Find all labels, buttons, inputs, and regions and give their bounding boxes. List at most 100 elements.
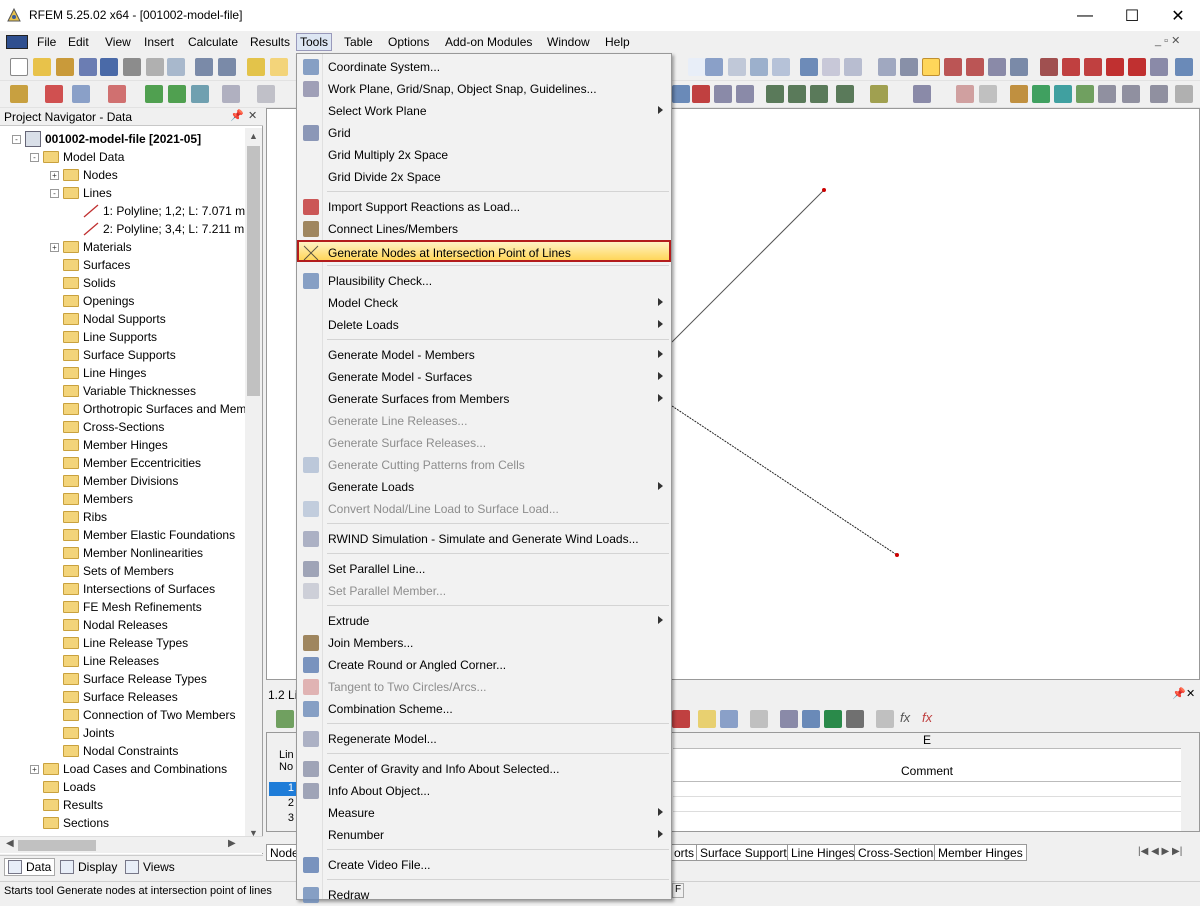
- tree-item[interactable]: Variable Thicknesses: [50, 382, 196, 400]
- document-icon[interactable]: [6, 35, 28, 49]
- render-icon[interactable]: [913, 85, 931, 103]
- open-icon[interactable]: [33, 58, 51, 76]
- menu-item-set-parallel-line[interactable]: Set Parallel Line...: [299, 558, 669, 580]
- close-icon[interactable]: ✕: [248, 109, 257, 122]
- tree-item[interactable]: Member Elastic Foundations: [50, 526, 235, 544]
- node-2-icon[interactable]: [1122, 85, 1140, 103]
- database-icon[interactable]: [79, 58, 97, 76]
- collapse-icon[interactable]: -: [30, 152, 39, 162]
- fx-icon[interactable]: fx: [900, 710, 910, 725]
- table-graph-icon[interactable]: [802, 710, 820, 728]
- member-2-icon[interactable]: [1076, 85, 1094, 103]
- menu-help[interactable]: Help: [602, 34, 633, 50]
- tree-item[interactable]: Line Release Types: [50, 634, 188, 652]
- table-icon[interactable]: [276, 710, 294, 728]
- hinge-icon[interactable]: [191, 85, 209, 103]
- undo-icon[interactable]: [195, 58, 213, 76]
- table-edit-icon[interactable]: [698, 710, 716, 728]
- table-scrollbar[interactable]: [1181, 733, 1199, 831]
- tree-item[interactable]: Member Eccentricities: [50, 454, 201, 472]
- tree-item[interactable]: Nodal Supports: [50, 310, 166, 328]
- menu-item-info-about-object[interactable]: Info About Object...: [299, 780, 669, 802]
- show-icon[interactable]: [956, 85, 974, 103]
- grid-2-icon[interactable]: [844, 58, 862, 76]
- menu-item-grid[interactable]: Grid: [299, 122, 669, 144]
- tree-item[interactable]: Ribs: [50, 508, 107, 526]
- redo-icon[interactable]: [218, 58, 236, 76]
- table-settings-icon[interactable]: [846, 710, 864, 728]
- menu-item-import-support-reactions-as-load[interactable]: Import Support Reactions as Load...: [299, 196, 669, 218]
- tab-surface-supports[interactable]: Surface Supports: [696, 844, 797, 861]
- beam-icon[interactable]: [1010, 85, 1028, 103]
- minimize-button[interactable]: —: [1062, 0, 1108, 31]
- menu-calculate[interactable]: Calculate: [185, 34, 241, 50]
- menu-item-measure[interactable]: Measure: [299, 802, 669, 824]
- menu-table[interactable]: Table: [341, 34, 376, 50]
- zoom-2-icon[interactable]: [692, 85, 710, 103]
- tree-item[interactable]: - Model Data: [30, 148, 124, 166]
- load-2-icon[interactable]: [257, 85, 275, 103]
- expand-icon[interactable]: +: [50, 170, 59, 180]
- scroll-left-icon[interactable]: ◀: [6, 838, 14, 849]
- tree-item[interactable]: Line Hinges: [50, 364, 146, 382]
- collapse-icon[interactable]: -: [50, 188, 59, 198]
- menu-item-renumber[interactable]: Renumber: [299, 824, 669, 846]
- measure-icon[interactable]: [800, 58, 818, 76]
- tree-item[interactable]: Surface Supports: [50, 346, 176, 364]
- menu-item-redraw[interactable]: Redraw: [299, 884, 669, 906]
- show-2-icon[interactable]: [979, 85, 997, 103]
- arrow-right-icon[interactable]: [688, 58, 706, 76]
- menu-edit[interactable]: Edit: [65, 34, 92, 50]
- export-icon[interactable]: [1175, 58, 1193, 76]
- menu-item-combination-scheme[interactable]: Combination Scheme...: [299, 698, 669, 720]
- tree-item[interactable]: Joints: [50, 724, 114, 742]
- tree-item[interactable]: Orthotropic Surfaces and Mem: [50, 400, 245, 418]
- view-3-icon[interactable]: [772, 58, 790, 76]
- support-2-icon[interactable]: [168, 85, 186, 103]
- menu-item-extrude[interactable]: Extrude: [299, 610, 669, 632]
- menu-item-generate-nodes-at-intersection-point-of-lines[interactable]: Generate Nodes at Intersection Point of …: [297, 240, 671, 262]
- menu-options[interactable]: Options: [385, 34, 432, 50]
- save-icon[interactable]: [100, 58, 118, 76]
- scroll-right-icon[interactable]: ▶: [228, 838, 236, 849]
- node-icon[interactable]: [10, 85, 28, 103]
- axis-x-icon[interactable]: [766, 85, 784, 103]
- menu-item-generate-model-members[interactable]: Generate Model - Members: [299, 344, 669, 366]
- tree-item[interactable]: + Materials: [50, 238, 132, 256]
- axis-icon[interactable]: [836, 85, 854, 103]
- panel-pin-icon[interactable]: 📌: [1172, 687, 1186, 700]
- column-e-header[interactable]: E: [673, 733, 1181, 749]
- menu-item-create-video-file[interactable]: Create Video File...: [299, 854, 669, 876]
- solid-icon[interactable]: [1054, 85, 1072, 103]
- tree-item[interactable]: Line Releases: [50, 652, 159, 670]
- menu-item-generate-surfaces-from-members[interactable]: Generate Surfaces from Members: [299, 388, 669, 410]
- menu-insert[interactable]: Insert: [141, 34, 177, 50]
- tree-item[interactable]: Surface Releases: [50, 688, 178, 706]
- scroll-thumb[interactable]: [247, 146, 260, 396]
- tree-item[interactable]: Intersections of Surfaces: [50, 580, 215, 598]
- node-2[interactable]: [822, 188, 826, 192]
- tree-item[interactable]: Member Nonlinearities: [50, 544, 203, 562]
- menu-tools[interactable]: Tools: [296, 33, 333, 51]
- snap-node-icon[interactable]: [944, 58, 962, 76]
- excel-icon[interactable]: [824, 710, 842, 728]
- tree-item[interactable]: Surface Release Types: [50, 670, 207, 688]
- tab-display[interactable]: Display: [60, 860, 117, 874]
- menu-item-generate-loads[interactable]: Generate Loads: [299, 476, 669, 498]
- line-2[interactable]: [671, 405, 898, 556]
- load-icon[interactable]: [222, 85, 240, 103]
- table-print-icon[interactable]: [780, 710, 798, 728]
- tree-item[interactable]: + Load Cases and Combinations: [30, 760, 227, 778]
- printer-icon[interactable]: [123, 58, 141, 76]
- fx-clear-icon[interactable]: fx: [922, 710, 932, 725]
- print-graphic-icon[interactable]: [146, 58, 164, 76]
- tree-item[interactable]: Surfaces: [50, 256, 130, 274]
- tree-item[interactable]: Connection of Two Members: [50, 706, 236, 724]
- pen-icon[interactable]: [1098, 85, 1116, 103]
- menu-item-model-check[interactable]: Model Check: [299, 292, 669, 314]
- tree-item[interactable]: FE Mesh Refinements: [50, 598, 202, 616]
- search-icon[interactable]: [270, 58, 288, 76]
- tree-item[interactable]: Loads: [30, 778, 96, 796]
- tab-views[interactable]: Views: [125, 860, 175, 874]
- hscroll-thumb[interactable]: [18, 840, 96, 851]
